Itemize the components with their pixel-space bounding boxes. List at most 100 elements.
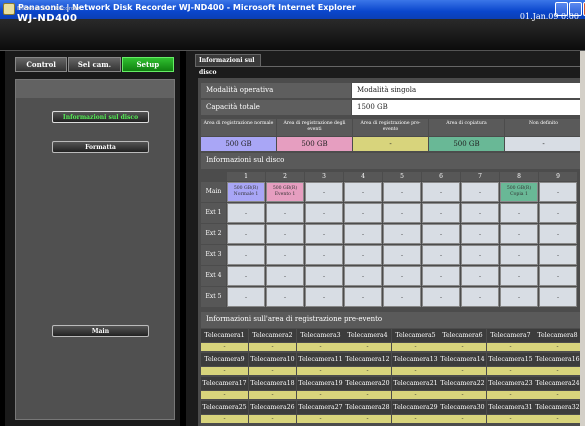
scrollbar[interactable] [580, 51, 585, 426]
camera-label: Telecamera10 [249, 353, 296, 366]
disk-info-button[interactable]: Informazioni sul disco [52, 111, 149, 123]
disk-cell: - [383, 245, 421, 265]
camera-label: Telecamera8 [534, 329, 581, 342]
camera-value: - [534, 343, 581, 351]
area-value: - [353, 137, 428, 151]
disk-cell: - [422, 203, 460, 223]
area-value: 500 GB [277, 137, 352, 151]
disk-cell: 500 GB(R) Copia 1 [500, 182, 538, 202]
disk-cell: - [422, 245, 460, 265]
camera-value: - [487, 367, 534, 375]
disk-cell: - [344, 266, 382, 286]
pre-event-heading: Informazioni sull'area di registrazione … [201, 312, 582, 328]
camera-value: - [344, 415, 391, 423]
camera-value: - [201, 367, 248, 375]
camera-value: - [392, 367, 439, 375]
disk-row-label: Main [201, 182, 226, 202]
menu-header-strip [16, 80, 174, 98]
disk-cell: - [305, 266, 343, 286]
disk-cell: - [461, 203, 499, 223]
disk-cell: - [461, 245, 499, 265]
disk-cell: - [266, 224, 304, 244]
disk-cell: - [344, 182, 382, 202]
disk-cell: 500 GB(R) Normale 1 [227, 182, 265, 202]
format-button[interactable]: Formatta [52, 141, 149, 153]
disk-cell: - [266, 203, 304, 223]
area-label: Area di registrazione degli eventi [277, 119, 352, 136]
disk-cell: - [422, 224, 460, 244]
disk-cell: - [422, 182, 460, 202]
camera-value: - [297, 343, 344, 351]
camera-label: Telecamera7 [487, 329, 534, 342]
camera-label: Telecamera22 [439, 377, 486, 390]
disk-cell: - [500, 266, 538, 286]
disk-cell: - [461, 224, 499, 244]
camera-value: - [534, 391, 581, 399]
disk-cell: - [461, 266, 499, 286]
camera-label: Telecamera1 [201, 329, 248, 342]
camera-label: Telecamera23 [487, 377, 534, 390]
ie-icon [3, 3, 15, 15]
camera-value: - [439, 343, 486, 351]
camera-label: Telecamera11 [297, 353, 344, 366]
disk-cell: - [461, 287, 499, 307]
tab-control[interactable]: Control [15, 57, 68, 72]
main-button[interactable]: Main [52, 325, 149, 337]
camera-value: - [392, 343, 439, 351]
camera-label: Telecamera18 [249, 377, 296, 390]
camera-label: Telecamera19 [297, 377, 344, 390]
camera-value: - [297, 367, 344, 375]
operating-mode-value: Modalità singola [352, 83, 582, 98]
camera-label: Telecamera15 [487, 353, 534, 366]
camera-value: - [249, 367, 296, 375]
tab-divider [195, 66, 585, 67]
disk-cell: - [500, 245, 538, 265]
area-value: - [505, 137, 582, 151]
tab-sel-cam[interactable]: Sel cam. [68, 57, 121, 72]
disk-cell: - [422, 266, 460, 286]
disk-row-label: Ext 2 [201, 224, 226, 244]
camera-label: Telecamera4 [344, 329, 391, 342]
camera-value: - [344, 343, 391, 351]
disk-cell: - [305, 224, 343, 244]
camera-value: - [392, 415, 439, 423]
disk-cell: - [227, 224, 265, 244]
disk-cell: - [461, 182, 499, 202]
area-label: Area di registrazione pre-evento [353, 119, 428, 136]
disk-col-header: 3 [305, 172, 343, 181]
camera-label: Telecamera5 [392, 329, 439, 342]
disk-cell: - [305, 245, 343, 265]
camera-label: Telecamera21 [392, 377, 439, 390]
disk-col-header: 6 [422, 172, 460, 181]
tab-setup[interactable]: Setup [121, 57, 174, 72]
camera-label: Telecamera2 [249, 329, 296, 342]
disk-cell: - [422, 287, 460, 307]
camera-value: - [534, 415, 581, 423]
camera-value: - [392, 391, 439, 399]
camera-value: - [439, 367, 486, 375]
camera-label: Telecamera16 [534, 353, 581, 366]
camera-value: - [439, 415, 486, 423]
disk-cell: - [500, 203, 538, 223]
disk-cell: - [305, 203, 343, 223]
disk-col-header: 8 [500, 172, 538, 181]
disk-info-heading: Informazioni sul disco [201, 153, 582, 169]
disk-row-label: Ext 1 [201, 203, 226, 223]
camera-value: - [249, 343, 296, 351]
disk-cell: - [227, 203, 265, 223]
disk-cell: - [227, 287, 265, 307]
disk-cell: - [344, 245, 382, 265]
disk-cell: - [344, 287, 382, 307]
camera-label: Telecamera14 [439, 353, 486, 366]
disk-cell: - [539, 203, 577, 223]
disk-cell: - [305, 287, 343, 307]
camera-value: - [297, 415, 344, 423]
disk-cell: - [266, 245, 304, 265]
camera-label: Telecamera3 [297, 329, 344, 342]
disk-cell: - [383, 182, 421, 202]
disk-cell: - [227, 266, 265, 286]
camera-value: - [201, 343, 248, 351]
camera-value: - [487, 343, 534, 351]
operating-mode-label: Modalità operativa [201, 83, 351, 98]
disk-cell: - [539, 287, 577, 307]
